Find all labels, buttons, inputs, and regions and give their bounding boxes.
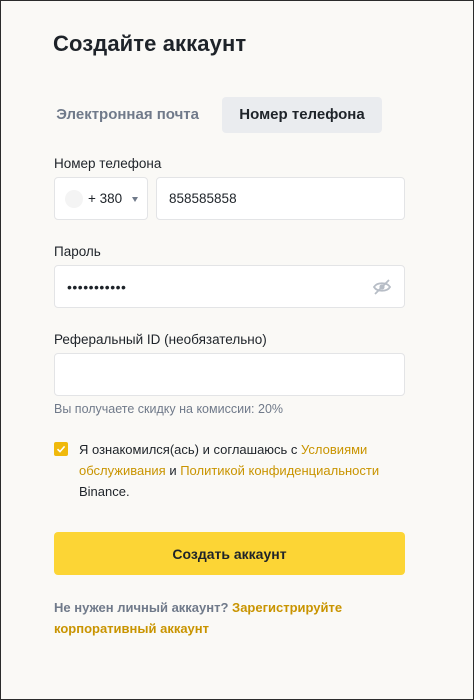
password-label: Пароль	[54, 244, 101, 259]
tab-email-label: Электронная почта	[56, 106, 199, 123]
phone-input[interactable]	[169, 178, 394, 219]
tab-email[interactable]: Электронная почта	[11, 97, 211, 133]
create-account-button[interactable]: Создать аккаунт	[54, 532, 405, 575]
country-code: + 380	[88, 191, 123, 206]
privacy-policy-link[interactable]: Политикой конфиденциальности	[180, 463, 379, 478]
password-field-box	[54, 265, 405, 308]
phone-field-box	[156, 177, 405, 220]
terms-suffix: Binance.	[79, 484, 130, 499]
referral-field-box	[54, 353, 405, 396]
referral-input[interactable]	[67, 354, 392, 395]
terms-checkbox[interactable]	[54, 442, 68, 456]
check-icon	[56, 445, 66, 453]
chevron-down-icon	[132, 197, 138, 202]
corporate-account-prompt: Не нужен личный аккаунт? Зарегистрируйте…	[54, 597, 374, 639]
country-code-select[interactable]: + 380	[54, 177, 148, 220]
terms-prefix: Я ознакомился(ась) и соглашаюсь с	[79, 442, 302, 457]
phone-label: Номер телефона	[54, 156, 162, 171]
signup-method-tabs: Электронная почта Номер телефона	[1, 97, 473, 133]
country-flag-icon	[65, 190, 83, 208]
referral-label: Реферальный ID (необязательно)	[54, 332, 267, 347]
terms-middle: и	[165, 463, 181, 478]
corporate-question: Не нужен личный аккаунт?	[54, 600, 233, 615]
referral-hint: Вы получаете скидку на комиссии: 20%	[54, 402, 284, 416]
eye-slash-icon[interactable]	[372, 278, 392, 296]
signup-panel: Создайте аккаунт Электронная почта Номер…	[0, 0, 474, 700]
tab-phone[interactable]: Номер телефона	[222, 97, 382, 133]
password-input[interactable]	[67, 266, 367, 307]
terms-text: Я ознакомился(ась) и соглашаюсь с Услови…	[79, 439, 399, 502]
page-title: Создайте аккаунт	[53, 31, 247, 56]
